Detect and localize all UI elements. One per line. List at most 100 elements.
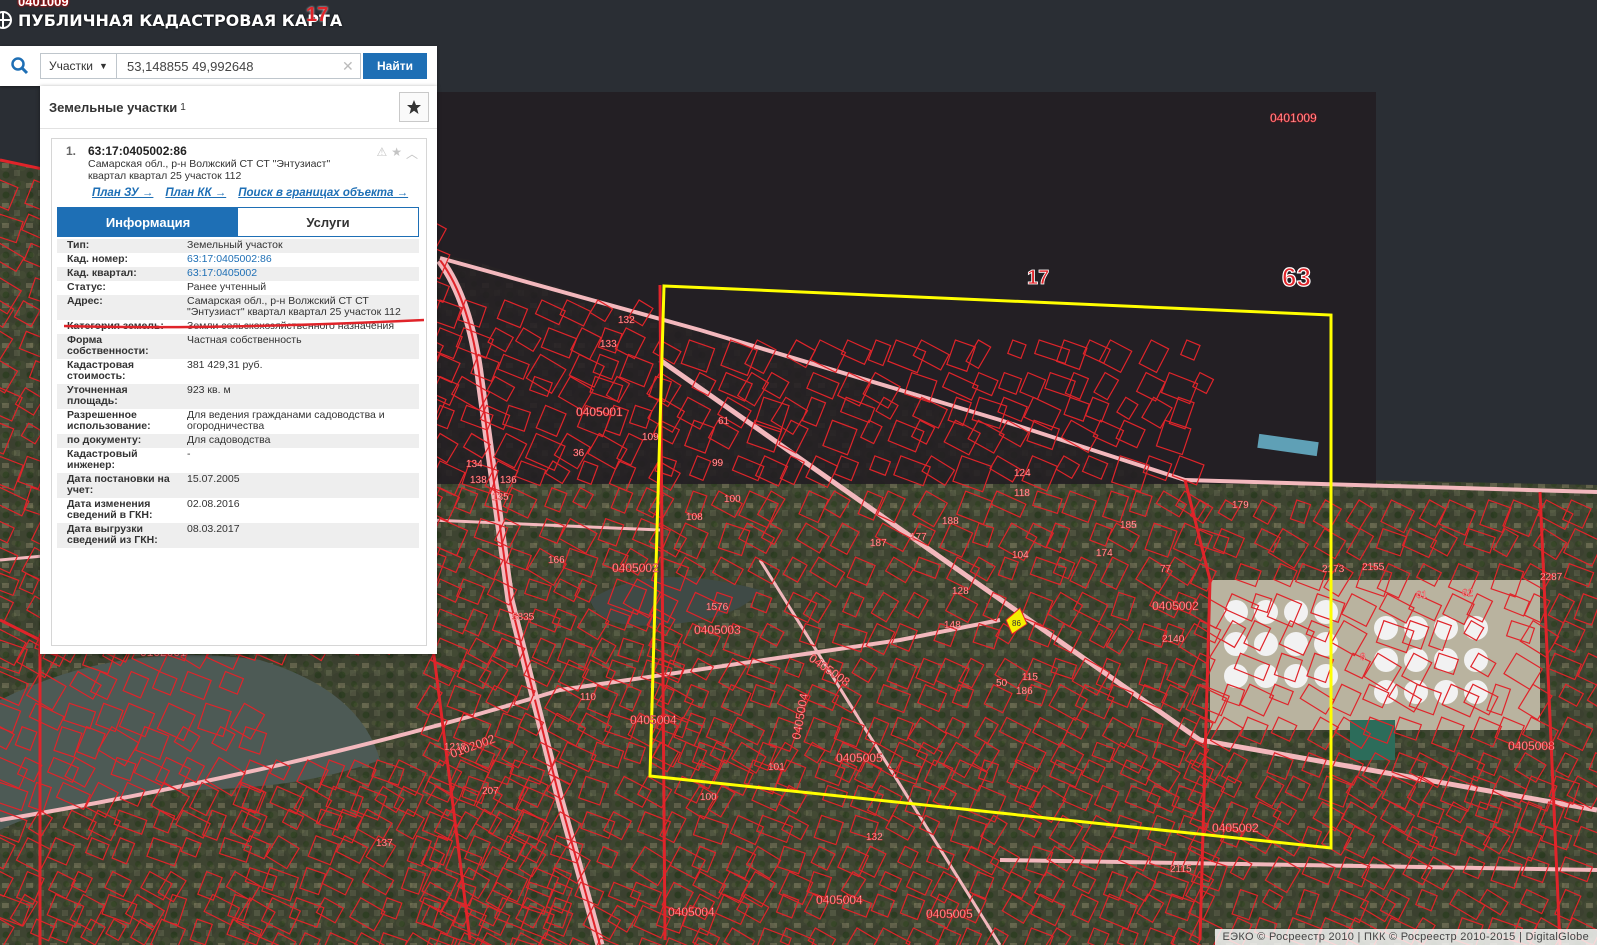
- parcel-number: 101: [768, 762, 785, 773]
- quarter-label: 0405008: [1508, 739, 1555, 753]
- search-icon[interactable]: [0, 57, 40, 75]
- parcel-number: 177: [910, 532, 927, 543]
- quarter-label: 0405004: [668, 905, 715, 919]
- info-value: 15.07.2005: [177, 473, 419, 498]
- quarter-label: 0405002: [612, 561, 659, 575]
- quarter-label: 0405002: [1152, 599, 1199, 613]
- cadastral-number[interactable]: 63:17:0405002:86: [88, 144, 426, 158]
- parcel-number: 115: [1022, 672, 1038, 683]
- info-value: Для садоводства: [177, 434, 419, 448]
- info-value: 02.08.2016: [187, 498, 240, 510]
- top-zone-label: 17: [306, 4, 329, 26]
- plan-zu-link[interactable]: План ЗУ →: [92, 187, 153, 199]
- search-bar: Участки ▼ ✕ Найти: [0, 46, 437, 86]
- parcel-number: 207: [482, 786, 499, 797]
- results-panel: Земельные участки 1 1. 63:17:0405002:86 …: [40, 86, 437, 654]
- info-row: Дата постановки на учет: 15.07.2005: [57, 473, 419, 498]
- warning-icon[interactable]: ⚠: [376, 145, 387, 162]
- parcel-number: 104: [1012, 550, 1029, 561]
- parcel-number: 166: [548, 555, 565, 566]
- quarter-label: 0405004: [816, 893, 863, 907]
- info-row: Разрешенное использование: Для ведения гр…: [57, 409, 419, 434]
- info-value: Самарская обл., р-н Волжский СТ СТ "Энту…: [177, 295, 419, 320]
- parcel-number: 148: [944, 620, 961, 631]
- parcel-number: 36: [573, 448, 585, 459]
- info-key: по документу:: [57, 434, 177, 448]
- parcel-number: 61: [718, 416, 730, 427]
- info-key: Кадастровый инженер:: [67, 448, 138, 471]
- quarter-label: 0405002: [1212, 821, 1259, 835]
- parcel-number: 50: [996, 678, 1008, 689]
- parcel-number: 134: [466, 459, 483, 470]
- plan-kk-link[interactable]: План КК →: [165, 187, 226, 199]
- parcel-number: 1576: [706, 602, 729, 613]
- parcel-number: 2115: [1170, 864, 1192, 875]
- info-value: Для ведения гражданами садоводства и ого…: [187, 409, 385, 432]
- quarter-label: 0405005: [926, 907, 973, 921]
- find-button[interactable]: Найти: [363, 53, 427, 79]
- app-title[interactable]: ПУБЛИЧНАЯ КАДАСТРОВАЯ КАРТА: [0, 6, 342, 34]
- info-row: Тип: Земельный участок: [57, 239, 419, 253]
- result-address-line: квартал квартал 25 участок 112: [88, 170, 242, 182]
- parcel-number: 179: [1232, 500, 1249, 511]
- parcel-number: 128: [952, 586, 969, 597]
- info-value[interactable]: 63:17:0405002:86: [177, 253, 419, 267]
- star-icon: [407, 100, 421, 114]
- close-icon[interactable]: ✕: [342, 58, 354, 75]
- parcel-number: 188: [942, 516, 959, 527]
- chevron-up-icon[interactable]: ︿: [406, 145, 418, 162]
- info-key: Кад. квартал:: [57, 267, 177, 281]
- parcel-number: 108: [686, 512, 703, 523]
- info-row: Дата изменения сведений в ГКН: 02.08.2016: [57, 498, 419, 523]
- info-value: Частная собственность: [177, 334, 419, 359]
- info-row: Статус: Ранее учтенный: [57, 281, 419, 295]
- parcel-number: 185: [1120, 520, 1137, 531]
- quarter-label: 0405005: [836, 751, 883, 765]
- parcel-number: 109: [642, 432, 659, 443]
- info-key: Дата постановки на учет:: [57, 473, 177, 498]
- info-key: Разрешенное использование:: [67, 409, 151, 432]
- info-row: Кадастровый инженер: -: [57, 448, 419, 473]
- parcel-number: 100: [724, 494, 741, 505]
- parcel-number: 132: [866, 832, 883, 843]
- tab-information[interactable]: Информация: [58, 208, 238, 236]
- info-key: Адрес:: [57, 295, 177, 320]
- info-row: Кад. квартал: 63:17:0405002: [57, 267, 419, 281]
- info-value[interactable]: 63:17:0405002: [177, 267, 419, 281]
- info-key: Форма собственности:: [57, 334, 177, 359]
- info-value: -: [187, 448, 191, 460]
- result-card[interactable]: 1. 63:17:0405002:86 Самарская обл., р-н …: [51, 138, 427, 646]
- quarter-label: 0405004: [630, 713, 677, 727]
- app-title-text: ПУБЛИЧНАЯ КАДАСТРОВАЯ КАРТА: [18, 10, 343, 30]
- info-row: Уточненная площадь: 923 кв. м: [57, 384, 419, 409]
- parcel-number: 77: [1160, 564, 1172, 575]
- result-links: План ЗУ → План КК → Поиск в границах объ…: [92, 187, 408, 199]
- info-key: Тип:: [57, 239, 177, 253]
- tab-services[interactable]: Услуги: [238, 208, 418, 236]
- parcel-number: 124: [1014, 468, 1031, 479]
- parcel-number: 187: [870, 538, 887, 549]
- result-index: 1.: [66, 144, 77, 158]
- parcel-number: 8: [1360, 652, 1366, 663]
- info-key: Дата изменения сведений в ГКН:: [67, 498, 153, 521]
- info-row: Кад. номер: 63:17:0405002:86: [57, 253, 419, 267]
- card-actions: ⚠ ★ ︿: [376, 145, 418, 162]
- parcel-number: 2173: [1322, 564, 1345, 575]
- copyright-attribution: ЕЭКО © Росреестр 2010 | ПКК © Росреестр …: [1214, 929, 1597, 945]
- parcel-number: 174: [1096, 548, 1113, 559]
- search-in-bounds-link[interactable]: Поиск в границах объекта →: [238, 187, 408, 199]
- object-type-select[interactable]: Участки ▼: [40, 53, 116, 79]
- parcel-number: 133: [600, 339, 617, 350]
- globe-icon: [0, 11, 12, 29]
- search-input[interactable]: [116, 53, 361, 79]
- chevron-down-icon: ▼: [99, 61, 108, 71]
- info-row: Адрес: Самарская обл., р-н Волжский СТ СТ…: [57, 295, 419, 320]
- favorites-button[interactable]: [399, 92, 429, 122]
- info-value: 08.03.2017: [177, 523, 419, 548]
- parcel-number: 186: [1016, 686, 1033, 697]
- star-icon[interactable]: ★: [391, 145, 402, 162]
- parcel-number: 2155: [1362, 562, 1385, 573]
- info-key: Статус:: [67, 281, 106, 293]
- panel-title: Земельные участки: [49, 99, 178, 115]
- parcel-number: 62: [1462, 588, 1474, 599]
